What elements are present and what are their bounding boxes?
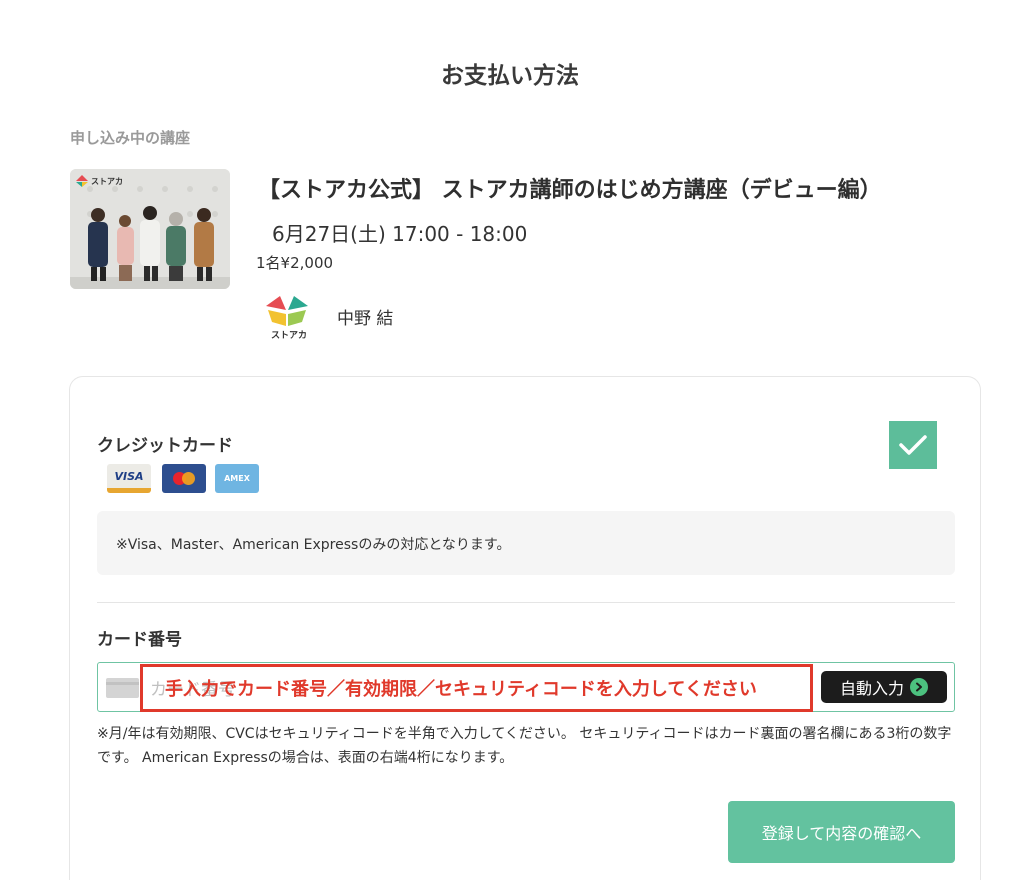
divider [97,602,955,603]
credit-card-checkbox[interactable] [889,421,937,469]
card-help-text: ※月/年は有効期限、CVCはセキュリティコードを半角で入力してください。 セキュ… [97,726,952,766]
organizer-name[interactable]: 中野 結 [337,304,393,329]
notice-text: ※Visa、Master、American Expressのみの対応となります。 [116,537,511,553]
autofill-button[interactable]: 自動入力 [821,671,947,703]
credit-card-icon [106,678,139,698]
course-thumbnail[interactable]: ストアカ [70,169,230,289]
card-number-input[interactable]: カード番号 手入力でカード番号／有効期限／セキュリティコードを入力してください … [97,662,955,712]
arrow-right-icon [910,678,928,696]
page-title: お支払い方法 [441,63,579,89]
organizer-logo: ストアカ [262,292,312,342]
course-price: 1名¥2,000 [256,254,334,272]
manual-entry-overlay[interactable]: 手入力でカード番号／有効期限／セキュリティコードを入力してください [140,664,813,712]
payment-method-label: クレジットカード [97,436,233,456]
amex-icon: AMEX [215,464,259,493]
course-title[interactable]: 【ストアカ公式】 ストアカ講師のはじめ方講座（デビュー編） [258,172,882,204]
organizer-logo-text: ストアカ [271,330,307,340]
course-photo: ストアカ [70,169,230,289]
amex-label: AMEX [224,474,250,483]
card-number-label: カード番号 [97,630,182,650]
supported-cards-notice: ※Visa、Master、American Expressのみの対応となります。 [97,511,955,575]
course-datetime: 6月27日(土) 17:00 - 18:00 [272,222,528,246]
payment-card: クレジットカード VISA AMEX ※Visa、Master、American… [69,376,981,880]
autofill-label: 自動入力 [839,679,904,698]
visa-icon: VISA [107,464,151,493]
check-icon [899,435,927,455]
thumbnail-logo-text: ストアカ [91,177,123,186]
storeaka-logo-icon: ストアカ [266,296,308,340]
submit-button[interactable]: 登録して内容の確認へ [728,801,955,863]
visa-label: VISA [114,469,144,483]
section-label: 申し込み中の講座 [70,129,191,147]
mastercard-icon [162,464,206,493]
